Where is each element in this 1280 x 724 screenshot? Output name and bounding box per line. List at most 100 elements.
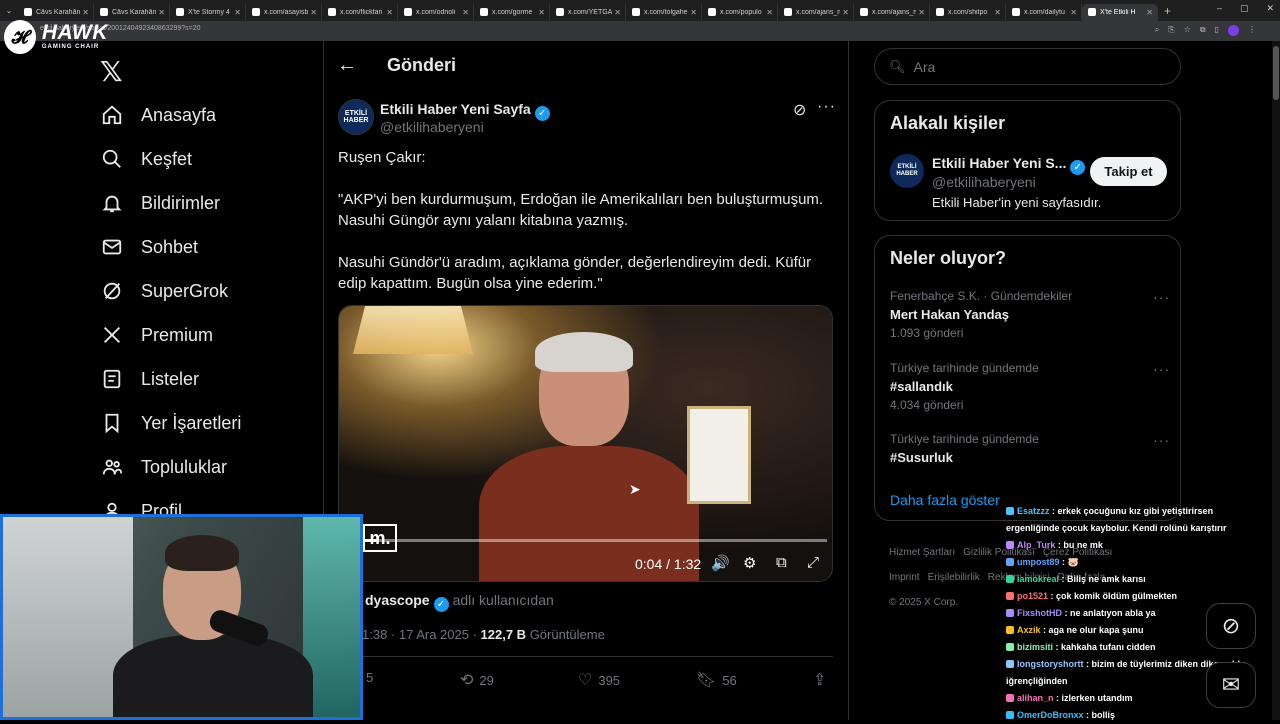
chat-user[interactable]: longstoryshortt bbox=[1017, 659, 1084, 669]
menu-icon[interactable]: ⋮ bbox=[1248, 25, 1256, 36]
browser-tab[interactable]: X'te Etkili H ✕ bbox=[1082, 3, 1158, 21]
grok-icon[interactable]: ⊘ bbox=[793, 100, 806, 120]
new-tab-button[interactable]: + bbox=[1164, 4, 1171, 18]
x-logo-icon[interactable]: 𝕏 bbox=[100, 55, 123, 88]
tab-search-icon[interactable]: ⌄ bbox=[0, 2, 18, 19]
tab-close-icon[interactable]: ✕ bbox=[310, 8, 317, 17]
browser-tab[interactable]: x.com/gorme ✕ bbox=[474, 3, 550, 21]
grok-fab-button[interactable]: ⊘ bbox=[1206, 603, 1256, 649]
back-arrow-icon[interactable]: ← bbox=[337, 54, 357, 77]
scrollbar-thumb[interactable] bbox=[1273, 46, 1279, 100]
chat-user[interactable]: iamokreal bbox=[1017, 574, 1059, 584]
browser-tab[interactable]: x.com/shitpo ✕ bbox=[930, 3, 1006, 21]
sidebar-icon[interactable]: ▯ bbox=[1215, 25, 1219, 36]
fullscreen-icon[interactable]: ⤢ bbox=[807, 554, 819, 571]
browser-tab[interactable]: x.com/YETGAH✕ bbox=[550, 3, 626, 21]
tab-close-icon[interactable]: ✕ bbox=[538, 8, 545, 17]
browser-tab[interactable]: X'te Stormy 4 ✕ bbox=[170, 3, 246, 21]
browser-tab[interactable]: x.com/odnoli ✕ bbox=[398, 3, 474, 21]
tab-label: x.com/ajans_m bbox=[872, 8, 917, 16]
more-options-icon[interactable]: ··· bbox=[1153, 432, 1170, 448]
browser-tab[interactable]: x.com/ajans_m ✕ bbox=[854, 3, 930, 21]
chat-user[interactable]: bizimsiti bbox=[1017, 642, 1053, 652]
footer-link[interactable]: Hizmet Şartları bbox=[889, 547, 955, 558]
repost-button[interactable]: ⟲ 29 bbox=[460, 670, 494, 690]
nav-item-list[interactable]: Listeler bbox=[100, 364, 199, 394]
nav-item-home[interactable]: Anasayfa bbox=[100, 100, 216, 130]
chat-user[interactable]: Alp_Turk bbox=[1017, 540, 1055, 550]
star-icon[interactable]: ☆ bbox=[1184, 25, 1191, 36]
footer-link[interactable]: Erişilebilirlik bbox=[928, 572, 980, 583]
tab-close-icon[interactable]: ✕ bbox=[766, 8, 773, 17]
tab-close-icon[interactable]: ✕ bbox=[690, 8, 697, 17]
bookmark-button[interactable]: 🔖︎ 56 bbox=[696, 670, 737, 690]
extensions-icon[interactable]: ⧉ bbox=[1200, 25, 1206, 36]
install-icon[interactable]: ⎘ bbox=[1168, 25, 1174, 36]
zoom-icon[interactable]: ⌕ bbox=[1155, 25, 1159, 36]
show-more-link[interactable]: Daha fazla göster bbox=[890, 492, 1000, 508]
browser-tab[interactable]: x.com/flickfan ✕ bbox=[322, 3, 398, 21]
video-progress-bar[interactable] bbox=[359, 539, 827, 542]
related-handle[interactable]: @etkilihaberyeni bbox=[932, 174, 1036, 190]
browser-tab[interactable]: x.com/asayisb ✕ bbox=[246, 3, 322, 21]
trend-item[interactable]: Türkiye tarihinde gündemde #sallandık 4.03… bbox=[890, 361, 1170, 412]
volume-icon[interactable]: 🔊 bbox=[711, 554, 730, 572]
tab-close-icon[interactable]: ✕ bbox=[918, 8, 925, 17]
settings-icon[interactable]: ⚙ bbox=[743, 554, 756, 572]
attribution-name[interactable]: dyascope bbox=[365, 592, 430, 608]
chat-user[interactable]: Esatzzz bbox=[1017, 506, 1050, 516]
chat-user[interactable]: po1521 bbox=[1017, 591, 1048, 601]
related-name[interactable]: Etkili Haber Yeni S... ✓ bbox=[932, 155, 1086, 175]
nav-item-bookmark[interactable]: Yer İşaretleri bbox=[100, 408, 241, 438]
tab-close-icon[interactable]: ✕ bbox=[234, 8, 241, 17]
messages-fab-button[interactable]: ✉ bbox=[1206, 662, 1256, 708]
trend-item[interactable]: Türkiye tarihinde gündemde #Susurluk ··· bbox=[890, 432, 1170, 465]
share-button[interactable]: ⇪ bbox=[813, 670, 832, 690]
nav-item-people[interactable]: Topluluklar bbox=[100, 452, 227, 482]
footer-link[interactable]: Imprint bbox=[889, 572, 920, 583]
trend-item[interactable]: Fenerbahçe S.K. · Gündemdekiler Mert Haka… bbox=[890, 289, 1170, 340]
tab-close-icon[interactable]: ✕ bbox=[614, 8, 621, 17]
tab-label: x.com/tolgahe bbox=[644, 8, 688, 16]
profile-avatar[interactable] bbox=[1228, 25, 1239, 36]
scrollbar[interactable] bbox=[1272, 41, 1280, 720]
tab-close-icon[interactable]: ✕ bbox=[158, 8, 165, 17]
related-avatar[interactable]: ETKİLİ HABER bbox=[890, 154, 924, 188]
more-options-icon[interactable]: ··· bbox=[817, 98, 836, 116]
chat-user[interactable]: Axzik bbox=[1017, 625, 1041, 635]
more-options-icon[interactable]: ··· bbox=[1153, 361, 1170, 377]
tab-close-icon[interactable]: ✕ bbox=[82, 8, 89, 17]
search-input[interactable]: 🔍︎ Ara bbox=[874, 48, 1181, 85]
minimize-icon[interactable]: – bbox=[1217, 3, 1222, 14]
browser-tab[interactable]: x.com/ajans_m ✕ bbox=[778, 3, 854, 21]
close-window-icon[interactable]: ✕ bbox=[1266, 3, 1274, 14]
video-player[interactable]: ➤ m. 0:04 / 1:32 🔊 ⚙ ⧉ ⤢ bbox=[338, 305, 833, 582]
nav-item-x[interactable]: Premium bbox=[100, 320, 213, 350]
chat-user[interactable]: umpost89 bbox=[1017, 557, 1060, 567]
tab-close-icon[interactable]: ✕ bbox=[994, 8, 1001, 17]
maximize-icon[interactable]: ▢ bbox=[1240, 3, 1249, 14]
like-button[interactable]: ♡ 395 bbox=[578, 670, 620, 690]
author-name[interactable]: Etkili Haber Yeni Sayfa ✓ bbox=[380, 101, 550, 121]
more-options-icon[interactable]: ··· bbox=[1153, 289, 1170, 305]
follow-button[interactable]: Takip et bbox=[1090, 157, 1167, 186]
tab-close-icon[interactable]: ✕ bbox=[1146, 8, 1153, 17]
nav-item-search[interactable]: Keşfet bbox=[100, 144, 192, 174]
browser-tab[interactable]: x.com/populo ✕ bbox=[702, 3, 778, 21]
author-avatar[interactable]: ETKİLİ HABER bbox=[338, 99, 374, 135]
tab-close-icon[interactable]: ✕ bbox=[842, 8, 849, 17]
nav-item-bell[interactable]: Bildirimler bbox=[100, 188, 220, 218]
post-time[interactable]: 1:38 · 17 Ara 2025 · bbox=[362, 627, 481, 642]
nav-item-mail[interactable]: Sohbet bbox=[100, 232, 198, 262]
browser-tab[interactable]: x.com/tolgahe ✕ bbox=[626, 3, 702, 21]
nav-item-grok[interactable]: SuperGrok bbox=[100, 276, 228, 306]
picture-in-picture-icon[interactable]: ⧉ bbox=[776, 554, 787, 571]
browser-tab[interactable]: x.com/dailytu ✕ bbox=[1006, 3, 1082, 21]
chat-user[interactable]: FixshotHD bbox=[1017, 608, 1062, 618]
chat-user[interactable]: OmerDoBronxx bbox=[1017, 710, 1084, 720]
tab-close-icon[interactable]: ✕ bbox=[386, 8, 393, 17]
chat-user[interactable]: alihan_n bbox=[1017, 693, 1054, 703]
tab-close-icon[interactable]: ✕ bbox=[462, 8, 469, 17]
author-handle[interactable]: @etkilihaberyeni bbox=[380, 119, 484, 135]
tab-close-icon[interactable]: ✕ bbox=[1070, 8, 1077, 17]
